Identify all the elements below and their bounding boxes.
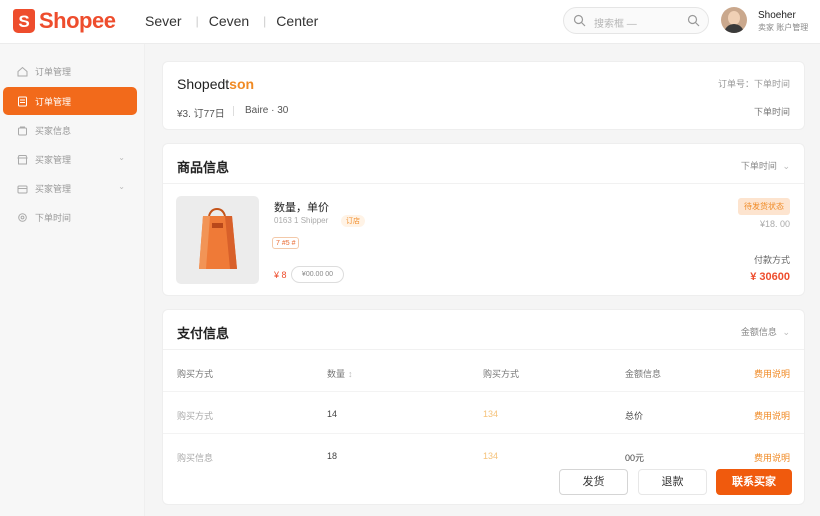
section-dropdown[interactable]: 金额信息 ⌄	[741, 325, 790, 338]
order-time-label: 下单时间	[753, 107, 790, 117]
section-header: 商品信息 下单时间 ⌄	[163, 144, 804, 184]
sidebar-item-label: 订单管理	[35, 96, 72, 107]
total-price: ¥ 30600	[750, 271, 790, 283]
table-cell-link[interactable]: 费用说明	[754, 409, 790, 422]
nav-link-sever[interactable]: Sever	[145, 13, 182, 29]
search-placeholder: 搜索框 —	[594, 19, 637, 30]
chevron-down-icon: ⌄	[118, 153, 125, 162]
sidebar-item-buyer-manage[interactable]: 买家管理 ⌄	[3, 145, 137, 173]
table-cell: 总价	[625, 411, 644, 421]
chevron-down-icon: ⌄	[118, 182, 125, 191]
sidebar-item-buyer-manage-2[interactable]: 买家管理 ⌄	[3, 174, 137, 202]
product-info-card: 商品信息 下单时间 ⌄ 数量，单价 0163 1 Shipper 订店 7 #5…	[162, 143, 805, 296]
unit-price: ¥18. 00	[759, 219, 790, 229]
top-header: S Shopee Sever | Ceven | Center 搜索框 — Sh…	[0, 0, 820, 44]
order-title-text: Shopedt	[177, 76, 230, 92]
section-title: 商品信息	[177, 160, 230, 175]
order-amount: ¥3. 订77日	[177, 109, 225, 120]
logo-text: Shopee	[39, 8, 116, 33]
sidebar-item-label: 买家管理	[35, 183, 72, 194]
refund-button[interactable]: 退款	[638, 469, 707, 495]
home-icon	[17, 66, 28, 76]
store-icon	[17, 154, 28, 164]
box-icon	[17, 185, 28, 193]
product-variant-tag: 7 #5 #	[272, 237, 300, 249]
gear-icon	[18, 212, 27, 222]
column-header: 购买方式	[483, 369, 520, 379]
sidebar-item-buyer-info[interactable]: 买家信息	[3, 116, 137, 144]
table-cell: 18	[327, 451, 338, 461]
sidebar-item-orders[interactable]: 订单管理	[3, 87, 137, 115]
table-cell: 购买信息	[177, 453, 214, 463]
payment-method-label: 付款方式	[753, 255, 790, 265]
chevron-down-icon: ⌄	[782, 161, 790, 171]
section-dropdown[interactable]: 下单时间 ⌄	[741, 159, 790, 172]
nav-link-center[interactable]: Center	[276, 13, 318, 29]
table-cell: 134	[483, 451, 499, 461]
divider	[233, 106, 234, 116]
status-badge: 待发货状态	[738, 198, 790, 215]
avatar-face	[728, 11, 740, 25]
chevron-down-icon: ⌄	[782, 327, 790, 337]
sidebar-item-orders-home[interactable]: 订单管理	[3, 57, 137, 85]
search-input[interactable]: 搜索框 —	[563, 7, 709, 34]
sidebar-item-label: 下单时间	[35, 212, 72, 223]
section-header: 支付信息 金额信息 ⌄	[163, 310, 804, 350]
bag-icon	[18, 126, 27, 135]
section-title: 支付信息	[177, 326, 230, 341]
shopee-logo[interactable]: S Shopee	[13, 8, 116, 34]
nav-separator: |	[195, 14, 199, 28]
table-cell: 134	[483, 409, 499, 419]
product-price-pill: ¥00.00 00	[291, 266, 344, 283]
search-icon	[573, 14, 586, 27]
tote-bag-icon	[199, 207, 237, 269]
search-submit-icon[interactable]	[687, 14, 700, 27]
product-image[interactable]	[176, 196, 259, 284]
sidebar-item-order-time[interactable]: 下单时间	[3, 203, 137, 231]
product-meta: 0163 1 Shipper	[274, 216, 329, 225]
column-header-label: 数量	[327, 369, 346, 379]
order-icon	[18, 96, 27, 106]
order-number-label: 订单号：下单时间	[717, 79, 790, 89]
logo-bag-icon: S	[13, 9, 35, 33]
sidebar: 订单管理 订单管理 买家信息 买家管理 ⌄ 买家管理 ⌄ 下单时间	[0, 44, 145, 516]
table-cell-link[interactable]: 费用说明	[754, 451, 790, 464]
column-header[interactable]: 费用说明	[754, 367, 790, 380]
table-header-row: 购买方式 数量 ↕ 购买方式 金额信息 费用说明	[163, 352, 804, 392]
sidebar-item-label: 订单管理	[35, 66, 72, 77]
table-row: 购买方式 14 134 总价 费用说明	[163, 394, 804, 434]
product-tag: 订店	[341, 215, 365, 227]
sidebar-item-label: 买家信息	[35, 125, 72, 136]
order-summary-card: Shopedtson 订单号：下单时间 ¥3. 订77日 Baire · 30 …	[162, 61, 805, 130]
table-row: 购买信息 18 134 00元 费用说明	[163, 436, 804, 476]
top-nav: Sever | Ceven | Center	[145, 13, 318, 29]
sidebar-item-label: 买家管理	[35, 154, 72, 165]
nav-link-ceven[interactable]: Ceven	[209, 13, 249, 29]
order-buyer: Baire · 30	[245, 105, 289, 116]
dropdown-label: 金额信息	[740, 327, 777, 337]
ship-button[interactable]: 发货	[559, 469, 628, 495]
user-role: 卖家 账户管理	[758, 23, 809, 32]
user-name[interactable]: Shoeher	[758, 10, 796, 21]
order-title: Shopedtson	[177, 76, 254, 92]
dropdown-label: 下单时间	[740, 161, 777, 171]
order-title-accent: son	[229, 76, 255, 92]
table-cell: 14	[327, 409, 338, 419]
column-header: 金额信息	[625, 369, 662, 379]
avatar[interactable]	[721, 7, 747, 33]
avatar-body	[724, 24, 744, 33]
sort-icon: ↕	[348, 369, 353, 379]
product-price: ¥ 8	[274, 270, 287, 280]
column-header: 购买方式	[177, 369, 214, 379]
contact-buyer-button[interactable]: 联系买家	[716, 469, 792, 495]
table-cell: 购买方式	[177, 411, 214, 421]
nav-separator: |	[263, 14, 267, 28]
product-name[interactable]: 数量，单价	[274, 199, 329, 215]
column-header-sortable[interactable]: 数量 ↕	[327, 367, 353, 380]
payment-info-card: 支付信息 金额信息 ⌄ 购买方式 数量 ↕ 购买方式 金额信息 费用说明 购买方式…	[162, 309, 805, 505]
table-cell: 00元	[625, 453, 645, 463]
